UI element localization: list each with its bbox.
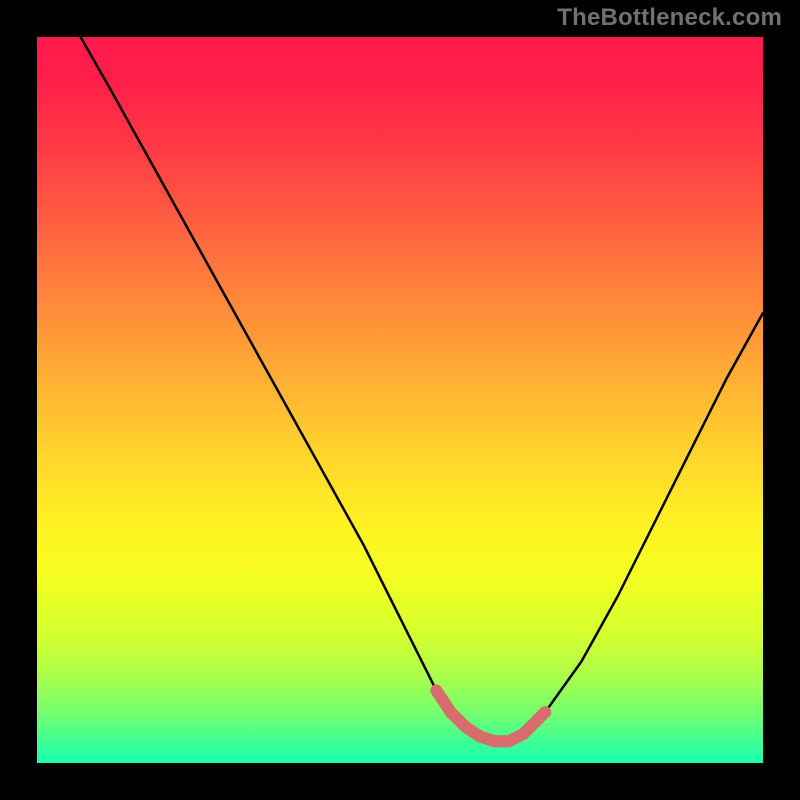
watermark-text: TheBottleneck.com — [557, 4, 782, 32]
plot-area — [37, 37, 763, 763]
bottleneck-curve — [37, 37, 763, 763]
chart-container: TheBottleneck.com — [0, 0, 800, 800]
